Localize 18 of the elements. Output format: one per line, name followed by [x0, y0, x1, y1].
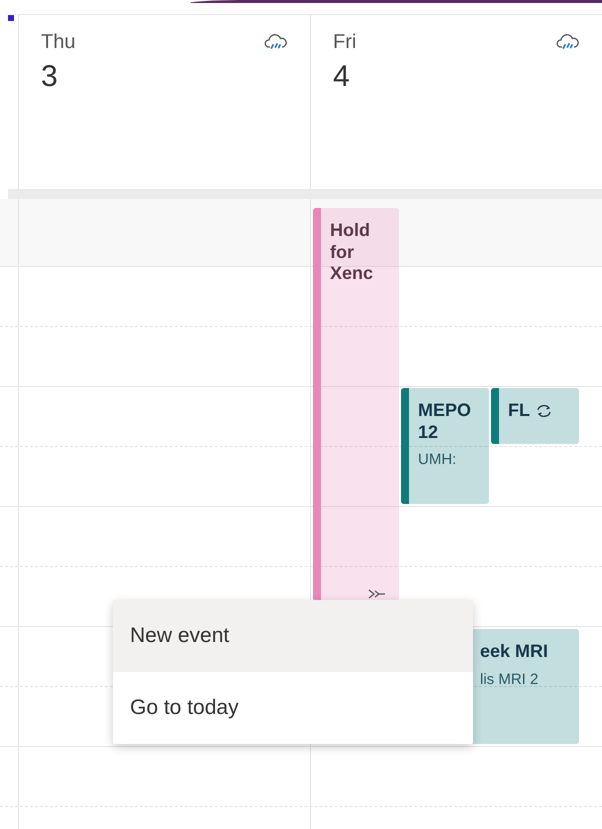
- calendar-event[interactable]: eek MRI lis MRI 2: [471, 629, 579, 744]
- day-name: Fri: [333, 31, 356, 54]
- forward-arrows-icon: [367, 588, 387, 600]
- calendar-event[interactable]: Hold for Xenc: [313, 208, 399, 601]
- day-date: 3: [41, 60, 58, 94]
- menu-item[interactable]: Go to today: [113, 672, 473, 744]
- event-title: Hold for Xenc: [330, 220, 374, 285]
- event-location: UMH:: [418, 451, 458, 468]
- event-title: eek MRI: [480, 641, 548, 663]
- event-location: lis MRI 2: [480, 670, 540, 688]
- event-title: MEPO 12: [418, 400, 472, 444]
- day-date: 4: [333, 60, 350, 94]
- event-title: FL: [508, 400, 530, 422]
- calendar-event[interactable]: MEPO 12 UMH:: [401, 388, 489, 504]
- today-marker: [8, 15, 14, 21]
- menu-item[interactable]: New event: [113, 600, 473, 672]
- calendar-event[interactable]: FL: [491, 388, 579, 444]
- day-name: Thu: [41, 31, 76, 54]
